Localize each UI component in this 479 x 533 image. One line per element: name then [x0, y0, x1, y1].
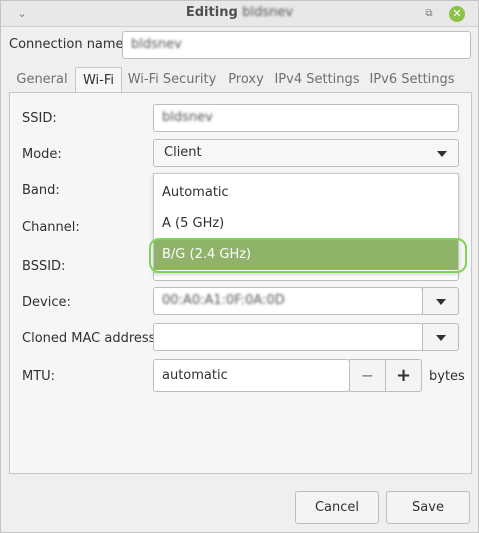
- mtu-unit-label: bytes: [429, 369, 465, 384]
- connection-name-input[interactable]: bldsnev: [122, 31, 471, 59]
- edit-connection-window: ⌄ Editing bldsnev ⧉ ✕ Connection name: b…: [0, 0, 479, 533]
- connection-name-label: Connection name:: [9, 37, 128, 52]
- channel-label: Channel:: [22, 220, 80, 235]
- tab-proxy[interactable]: Proxy: [222, 67, 270, 93]
- save-button[interactable]: Save: [386, 491, 470, 524]
- tab-general[interactable]: General: [9, 67, 75, 93]
- mtu-label: MTU:: [22, 369, 56, 384]
- device-dropdown-button[interactable]: [422, 287, 459, 315]
- device-label: Device:: [22, 295, 71, 310]
- device-input[interactable]: 00:A0:A1:0F:0A:0D: [153, 287, 423, 315]
- device-value: 00:A0:A1:0F:0A:0D: [162, 293, 285, 308]
- mode-select[interactable]: Client: [153, 139, 459, 167]
- mtu-decrement-button[interactable]: −: [349, 359, 386, 392]
- mode-value: Client: [164, 145, 202, 160]
- title-bar: ⌄ Editing bldsnev ⧉ ✕: [1, 1, 478, 27]
- chevron-down-icon: [436, 335, 446, 341]
- cloned-mac-label: Cloned MAC address:: [22, 331, 160, 346]
- tab-ipv6-settings[interactable]: IPv6 Settings: [364, 67, 460, 93]
- close-icon[interactable]: ✕: [449, 6, 465, 22]
- ssid-label: SSID:: [22, 111, 57, 126]
- band-option-automatic[interactable]: Automatic: [154, 178, 458, 208]
- selection-highlight-ring: [149, 238, 467, 273]
- tab-wifi-security[interactable]: Wi-Fi Security: [122, 67, 222, 93]
- cloned-mac-dropdown-button[interactable]: [422, 323, 459, 351]
- band-option-5ghz[interactable]: A (5 GHz): [154, 209, 458, 239]
- mtu-value: automatic: [162, 368, 228, 383]
- title-connection-name: bldsnev: [242, 5, 294, 20]
- ssid-input[interactable]: bldsnev: [153, 104, 459, 132]
- mtu-increment-button[interactable]: +: [385, 359, 422, 392]
- mode-label: Mode:: [22, 147, 62, 162]
- ssid-value: bldsnev: [162, 110, 213, 125]
- chevron-down-icon: [437, 151, 447, 157]
- window-title: Editing bldsnev: [1, 5, 478, 20]
- tab-ipv4-settings[interactable]: IPv4 Settings: [270, 67, 364, 93]
- restore-icon[interactable]: ⧉: [421, 6, 437, 22]
- mtu-input[interactable]: automatic: [153, 359, 350, 392]
- bssid-label: BSSID:: [22, 259, 66, 274]
- band-label: Band:: [22, 183, 60, 198]
- connection-name-value: bldsnev: [131, 37, 182, 52]
- chevron-down-icon: [436, 299, 446, 305]
- cloned-mac-input[interactable]: [153, 323, 423, 351]
- tab-wifi[interactable]: Wi-Fi: [75, 67, 122, 93]
- cancel-button[interactable]: Cancel: [295, 491, 379, 524]
- title-prefix: Editing: [185, 5, 238, 20]
